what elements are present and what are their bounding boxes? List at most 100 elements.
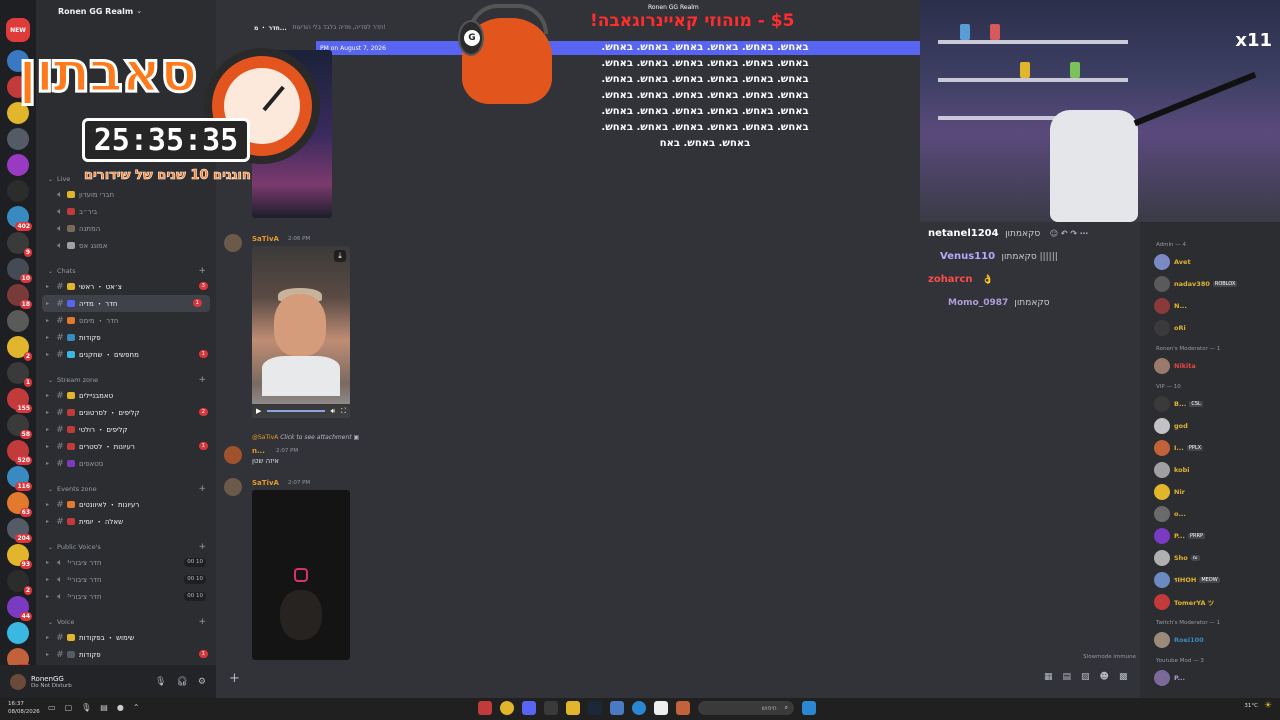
server-icon[interactable]: 44 — [7, 596, 32, 621]
channel-item[interactable]: ▸ 🔈︎ חדר ציבורי³ 00 10 — [36, 588, 216, 605]
steam-icon[interactable] — [588, 701, 602, 715]
member-item[interactable]: P... — [1154, 670, 1185, 686]
avatar[interactable] — [10, 673, 26, 690]
play-icon[interactable]: ▶ — [256, 407, 261, 415]
channel-item[interactable]: ▸ # רעיונות ・ לסטרים 1 — [36, 438, 216, 455]
channel-item[interactable]: ▸ # רעיונות ・ לאיוונטים — [36, 496, 216, 513]
add-channel-icon[interactable]: + — [198, 484, 206, 494]
member-item[interactable]: P... PRRP — [1154, 528, 1205, 544]
message-author[interactable]: SaTivA — [252, 235, 279, 243]
channel-item[interactable]: ▸ # שימוש ・ בפקודות — [36, 629, 216, 646]
channel-item[interactable]: ▸ # צ׳אט ・ ראשי 3 — [36, 278, 216, 295]
reply-reference[interactable]: @SaTivA Click to see attachment ▣ — [252, 434, 359, 441]
member-item[interactable]: TomerYA ツ — [1154, 594, 1214, 610]
category-header[interactable]: ⌄ Events zone + — [36, 482, 216, 496]
message-author[interactable]: SaTivA — [252, 479, 279, 487]
emoji-icon[interactable]: ☻ — [1100, 672, 1109, 682]
member-item[interactable]: N... — [1154, 298, 1187, 314]
channel-item[interactable]: ▸ # חדר ・ מימס — [36, 312, 216, 329]
add-channel-icon[interactable]: + — [198, 266, 206, 276]
server-icon[interactable] — [7, 622, 29, 644]
mic-icon[interactable]: 🎙︎ — [81, 703, 91, 712]
avatar[interactable] — [224, 234, 242, 252]
member-item[interactable]: nadav380 ROBLOX — [1154, 276, 1238, 292]
channel-item[interactable]: ▸ # פקודות 1 — [36, 646, 216, 663]
member-item[interactable]: god — [1154, 418, 1188, 434]
channel-item[interactable]: ▸ # קליפים ・ לסרטונים 2 — [36, 404, 216, 421]
channel-item[interactable]: ▸ # שאלה ・ יומית — [36, 513, 216, 530]
voice-channel[interactable]: 🔈︎ ביר״ב — [36, 203, 216, 220]
add-attachment-button[interactable]: + — [229, 671, 240, 686]
avatar[interactable] — [224, 446, 242, 464]
server-icon[interactable]: 402 — [7, 206, 32, 231]
member-item[interactable]: Nir — [1154, 484, 1185, 500]
server-icon[interactable]: 2 — [7, 570, 32, 595]
category-header[interactable]: ⌄ Stream zone + — [36, 373, 216, 387]
category-header[interactable]: ⌄ Chats + — [36, 264, 216, 278]
server-icon[interactable]: 1 — [7, 362, 32, 387]
add-channel-icon[interactable]: + — [198, 542, 206, 552]
user-names[interactable]: RonenGG Do Not Disturb — [31, 675, 72, 689]
app-icon[interactable] — [676, 701, 690, 715]
gift-icon[interactable]: ▦ — [1044, 672, 1053, 682]
member-item[interactable]: Avet — [1154, 254, 1191, 270]
channel-item[interactable]: ▸ # טאמבניילים — [36, 387, 216, 404]
channel-item[interactable]: ▸ # מחפשים ・ שחקנים 1 — [36, 346, 216, 363]
start-icon[interactable] — [802, 701, 816, 715]
app-icon[interactable] — [544, 701, 558, 715]
member-item[interactable]: Nikita — [1154, 358, 1196, 374]
server-icon[interactable]: 63 — [7, 492, 32, 517]
server-icon[interactable]: 93 — [7, 544, 32, 569]
add-channel-icon[interactable]: + — [198, 375, 206, 385]
server-icon[interactable]: 116 — [7, 466, 32, 491]
app-icon[interactable] — [610, 701, 624, 715]
discord-icon[interactable] — [522, 701, 536, 715]
channel-item[interactable]: ▸ 🔈︎ חדר ציבורי² 00 10 — [36, 571, 216, 588]
server-icon[interactable]: 18 — [7, 284, 32, 309]
category-header[interactable]: ⌄ Voice + — [36, 615, 216, 629]
folder-icon[interactable] — [566, 701, 580, 715]
channel-item[interactable]: ▸ 🔈︎ חדר ציבורי¹ 00 10 — [36, 554, 216, 571]
channel-item[interactable]: ▸ # קליפים ・ רולטי — [36, 421, 216, 438]
sticker-icon[interactable]: ▧ — [1081, 672, 1090, 682]
notepad-icon[interactable] — [654, 701, 668, 715]
server-icon[interactable]: 520 — [7, 440, 32, 465]
fullscreen-icon[interactable]: ⛶ — [341, 407, 346, 416]
member-item[interactable]: Roei100 — [1154, 632, 1204, 648]
apps-icon[interactable]: ▩ — [1119, 672, 1128, 682]
video-attachment[interactable]: ⤓ ▶ 🔊︎ ⛶ — [252, 246, 350, 418]
server-icon[interactable]: 204 — [7, 518, 32, 543]
message-author[interactable]: n... — [252, 447, 265, 455]
channel-item[interactable]: ▸ # סטאפים — [36, 455, 216, 472]
volume-slider[interactable] — [267, 410, 325, 412]
app-icon[interactable] — [478, 701, 492, 715]
gif-icon[interactable]: ▤ — [1063, 672, 1072, 682]
server-icon[interactable]: 2 — [7, 336, 32, 361]
voice-channel[interactable]: 🔈︎ המתנה — [36, 220, 216, 237]
category-header[interactable]: ⌄ Public Voice's + — [36, 540, 216, 554]
edge-icon[interactable] — [632, 701, 646, 715]
member-item[interactable]: o... — [1154, 506, 1186, 522]
monitor-icon[interactable]: ▢ — [65, 703, 73, 712]
battery-icon[interactable]: ▭ — [48, 703, 56, 712]
member-item[interactable]: B... CSL — [1154, 396, 1203, 412]
member-item[interactable]: รІНОН MEOW — [1154, 572, 1220, 588]
notifications-icon[interactable]: ● — [117, 703, 124, 712]
member-item[interactable]: kobi — [1154, 462, 1190, 478]
server-icon[interactable] — [7, 310, 29, 332]
network-icon[interactable]: ▤ — [100, 703, 108, 712]
mic-icon[interactable]: 🎙︎ — [155, 677, 166, 687]
volume-icon[interactable]: 🔊︎ — [331, 407, 335, 416]
video-attachment[interactable] — [252, 490, 350, 660]
channel-item[interactable]: ▸ # חדר ・ מדיה 1 — [42, 295, 210, 312]
headphones-icon[interactable]: 🎧︎ — [176, 677, 187, 687]
server-icon[interactable]: 10 — [7, 258, 32, 283]
download-icon[interactable]: ⤓ — [334, 250, 346, 262]
avatar[interactable] — [224, 478, 242, 496]
channel-item[interactable]: ▸ # פקודות — [36, 329, 216, 346]
member-item[interactable]: oRi — [1154, 320, 1186, 336]
taskbar-search[interactable]: חיפוש ⌕ — [698, 701, 794, 715]
chevron-up-icon[interactable]: ⌃ — [133, 703, 140, 712]
chrome-icon[interactable] — [500, 701, 514, 715]
add-channel-icon[interactable]: + — [198, 617, 206, 627]
